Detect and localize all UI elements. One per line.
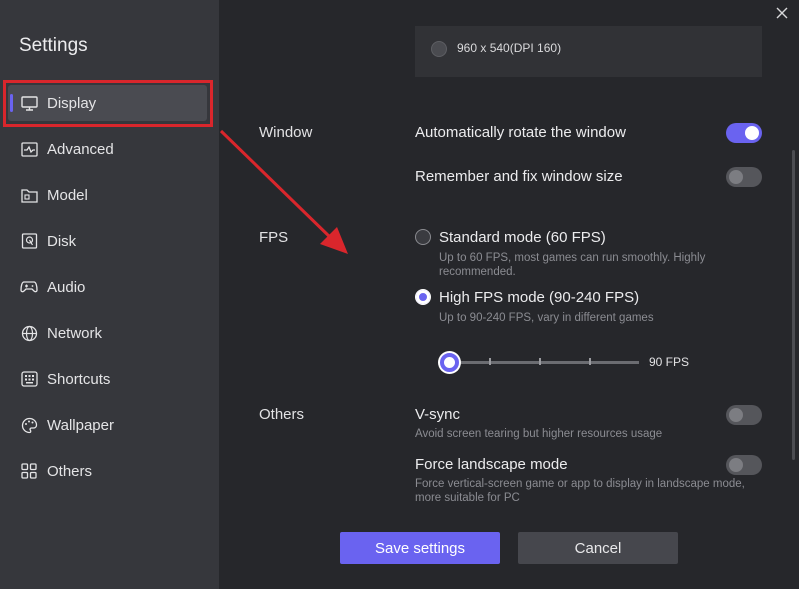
sidebar-item-others[interactable]: Others — [8, 453, 207, 489]
standard-mode-title: Standard mode (60 FPS) — [439, 229, 606, 246]
sidebar-item-label: Network — [47, 324, 103, 342]
standard-mode-desc-line1: Up to 60 FPS, most games can run smoothl… — [439, 252, 706, 264]
fps-slider-tick — [589, 358, 591, 365]
force-landscape-desc-line2: more suitable for PC — [415, 492, 520, 504]
force-landscape-toggle[interactable] — [726, 455, 762, 475]
fps-slider-tick — [489, 358, 491, 365]
vsync-toggle[interactable] — [726, 405, 762, 425]
disk-icon — [20, 232, 38, 250]
sidebar-item-advanced[interactable]: Advanced — [8, 131, 207, 167]
activity-icon — [20, 140, 38, 158]
sidebar-item-disk[interactable]: Disk — [8, 223, 207, 259]
sidebar-item-label: Wallpaper — [47, 416, 114, 434]
fps-slider-tick — [539, 358, 541, 365]
sidebar-item-label: Disk — [47, 232, 77, 250]
sidebar-item-label: Model — [47, 186, 88, 204]
gamepad-icon — [20, 278, 38, 296]
save-settings-button[interactable]: Save settings — [340, 532, 500, 564]
high-fps-mode-radio[interactable] — [415, 289, 431, 305]
annotation-highlight-box — [3, 80, 213, 127]
globe-icon — [20, 324, 38, 342]
window-section-label: Window — [259, 124, 313, 141]
vsync-title: V-sync — [415, 406, 461, 423]
remember-size-toggle[interactable] — [726, 167, 762, 187]
sidebar-item-model[interactable]: Model — [8, 177, 207, 213]
standard-mode-desc-line2: recommended. — [439, 266, 516, 278]
others-section-label: Others — [259, 406, 305, 423]
sidebar-item-network[interactable]: Network — [8, 315, 207, 351]
resolution-option-label: 960 x 540(DPI 160) — [457, 41, 562, 55]
remember-size-label: Remember and fix window size — [415, 168, 623, 185]
sidebar-title: Settings — [19, 35, 88, 56]
fps-section-label: FPS — [259, 229, 289, 246]
grid-icon — [20, 462, 38, 480]
sidebar-item-label: Advanced — [47, 140, 114, 158]
close-icon — [776, 7, 788, 19]
sidebar-item-audio[interactable]: Audio — [8, 269, 207, 305]
sidebar-item-label: Audio — [47, 278, 86, 296]
keyboard-icon — [20, 370, 38, 388]
fps-slider-thumb[interactable] — [440, 353, 459, 372]
vsync-desc: Avoid screen tearing but higher resource… — [415, 428, 663, 440]
close-button[interactable] — [773, 4, 791, 22]
sidebar-item-label: Shortcuts — [47, 370, 111, 388]
sidebar-item-wallpaper[interactable]: Wallpaper — [8, 407, 207, 443]
palette-icon — [20, 416, 38, 434]
folder-icon — [20, 186, 38, 204]
sidebar-item-shortcuts[interactable]: Shortcuts — [8, 361, 207, 397]
auto-rotate-toggle[interactable] — [726, 123, 762, 143]
fps-slider-track[interactable] — [447, 358, 639, 365]
high-fps-mode-title: High FPS mode (90-240 FPS) — [439, 289, 640, 306]
auto-rotate-label: Automatically rotate the window — [415, 124, 626, 141]
standard-mode-radio[interactable] — [415, 229, 431, 245]
force-landscape-desc-line1: Force vertical-screen game or app to dis… — [415, 478, 745, 490]
high-fps-mode-desc: Up to 90-240 FPS, vary in different game… — [439, 312, 654, 324]
cancel-button[interactable]: Cancel — [518, 532, 678, 564]
scrollbar[interactable] — [792, 150, 795, 460]
force-landscape-title: Force landscape mode — [415, 456, 568, 473]
sidebar-item-label: Others — [47, 462, 93, 480]
resolution-radio[interactable] — [431, 41, 447, 57]
fps-slider-value: 90 FPS — [649, 355, 690, 369]
